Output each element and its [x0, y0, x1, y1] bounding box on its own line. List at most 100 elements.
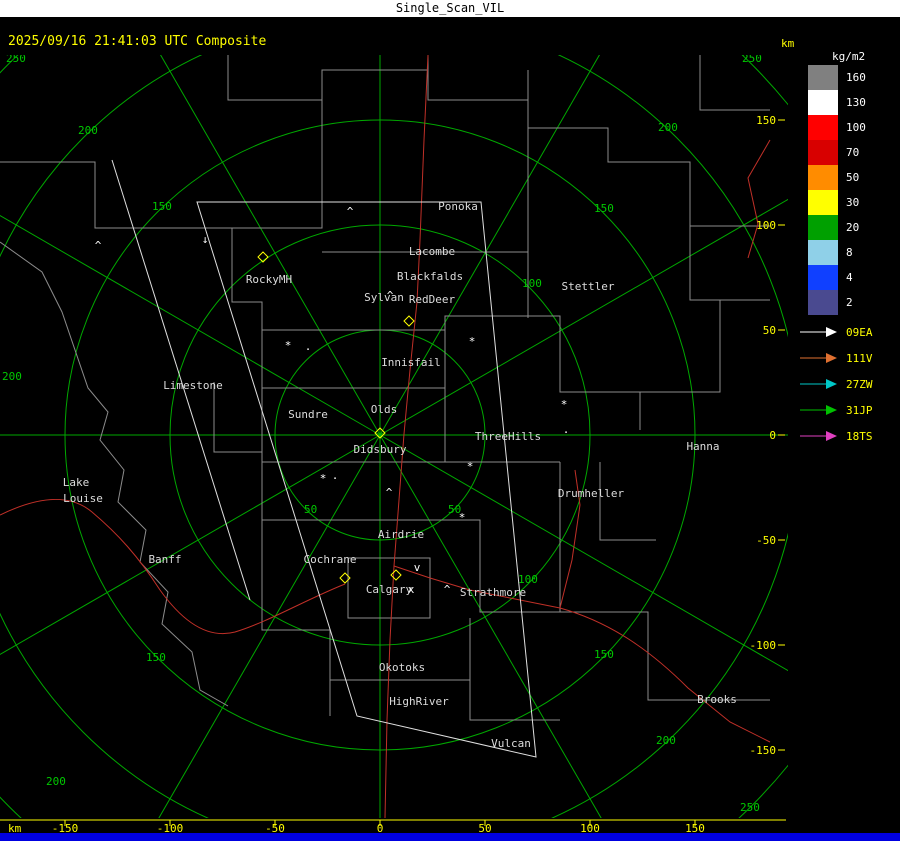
y-tick-label: 0 [769, 429, 776, 442]
dot-marker: · [305, 343, 312, 356]
legend-site-row: 09EA [800, 319, 873, 345]
range-ring-label: 200 [46, 775, 66, 788]
y-tick-label: -50 [756, 534, 776, 547]
caret-up-marker: ^ [347, 205, 354, 218]
asterisk-marker: * [285, 339, 292, 352]
colorbar-entry: 50 [808, 165, 866, 190]
legend-site-label: 31JP [846, 403, 873, 417]
colorbar-swatch [808, 65, 838, 90]
scan-area-outline [111, 159, 537, 758]
colorbar-entry: 8 [808, 240, 866, 265]
colorbar-swatch [808, 215, 838, 240]
town-label: Blackfalds [397, 270, 463, 283]
colorbar-swatch [808, 140, 838, 165]
town-labels: Ponoka Lacombe Blackfalds Sylvan RedDeer Stet… [63, 200, 737, 750]
legend-site-label: 27ZW [846, 377, 873, 391]
legend-arrow-icon [800, 353, 837, 363]
caret-up-marker: ^ [386, 486, 393, 499]
legend-site-label: 09EA [846, 325, 873, 339]
colorbar-value: 4 [846, 271, 853, 284]
range-ring-label: 200 [658, 121, 678, 134]
legend-arrow-icon [800, 405, 837, 415]
asterisk-marker: * [561, 398, 568, 411]
town-label: Cochrane [304, 553, 357, 566]
y-tick-label: -100 [750, 639, 777, 652]
highway-lines [0, 55, 771, 818]
colorbar-value: 8 [846, 246, 853, 259]
colorbar-entry: 30 [808, 190, 866, 215]
radar-site-legend: 09EA 111V 27ZW 31JP 18TS [800, 319, 873, 449]
town-label: HighRiver [389, 695, 449, 708]
town-label: Banff [148, 553, 181, 566]
dot-marker: · [332, 472, 339, 485]
boundary-line [427, 70, 529, 101]
colorbar-value: 70 [846, 146, 860, 159]
boundary-line [560, 611, 770, 701]
highway-line [393, 565, 771, 743]
boundary-line [640, 226, 721, 393]
window-title: Single_Scan_VIL [395, 1, 505, 15]
colorbar-value: 130 [846, 96, 866, 109]
colorbar-entry: 20 [808, 215, 866, 240]
title-bar: Single_Scan_VIL [0, 0, 900, 17]
asterisk-marker: * [459, 511, 466, 524]
y-tick-label: 150 [756, 114, 776, 127]
town-label: RedDeer [409, 293, 456, 306]
legend-arrow-icon [800, 379, 837, 389]
legend-site-row: 111V [800, 345, 873, 371]
town-label: Strathmore [460, 586, 526, 599]
range-ring-label: 150 [146, 651, 166, 664]
range-ring-label: 250 [740, 801, 760, 814]
colorbar-entry: 130 [808, 90, 866, 115]
boundary-line [262, 315, 528, 331]
colorbar-swatch [808, 190, 838, 215]
colorbar-swatch [808, 165, 838, 190]
town-label: Calgary [366, 583, 413, 596]
legend-site-label: 111V [846, 351, 873, 365]
town-label: Stettler [562, 280, 615, 293]
asterisk-marker: * [320, 472, 327, 485]
range-spoke [158, 434, 381, 818]
range-ring-label: 100 [522, 277, 542, 290]
y-tick-label: 50 [763, 324, 776, 337]
town-label: Louise [63, 492, 103, 505]
y-tick-label: 100 [756, 219, 776, 232]
colorbar-entry: 100 [808, 115, 866, 140]
colorbar-entry: 160 [808, 65, 866, 90]
colorbar-entry: 4 [808, 265, 866, 290]
colorbar-swatch [808, 115, 838, 140]
town-label: Sylvan [364, 291, 404, 304]
town-label: RockyMH [246, 273, 292, 286]
range-ring-label: 50 [304, 503, 317, 516]
boundary-line [599, 462, 656, 541]
range-ring-label: 250 [742, 52, 762, 65]
map-markers: ↓ ^ ^ ^ ^ v ^ * * * * * * x · · · [95, 205, 570, 596]
town-label: Vulcan [491, 737, 531, 750]
town-label: Airdrie [378, 528, 424, 541]
town-label: Olds [371, 403, 398, 416]
colorbar-value: 100 [846, 121, 866, 134]
range-ring-label: 200 [2, 370, 22, 383]
range-ring-label: 200 [656, 734, 676, 747]
county-boundaries [0, 55, 770, 721]
boundary-line [528, 315, 641, 430]
town-label: Drumheller [558, 487, 625, 500]
colorbar-entry: 70 [808, 140, 866, 165]
radar-site-marker [403, 315, 415, 327]
colorbar: 160 130 100 70 50 30 20 8 4 2 [808, 65, 866, 315]
asterisk-marker: * [469, 335, 476, 348]
boundary-line [528, 127, 770, 227]
range-spoke [160, 55, 381, 436]
radar-site-marker [390, 569, 402, 581]
legend-site-label: 18TS [846, 429, 873, 443]
colorbar-value: 50 [846, 171, 860, 184]
colorbar-entry: 2 [808, 290, 866, 315]
town-label: Lacombe [409, 245, 455, 258]
legend-arrow-icon [800, 327, 837, 337]
town-label: Okotoks [379, 661, 425, 674]
radar-map-display[interactable]: 2502001502502001501005050100150200250150… [0, 0, 900, 841]
colorbar-value: 20 [846, 221, 860, 234]
radar-application-window: Single_Scan_VIL 2025/09/16 21:41:03 UTC … [0, 0, 900, 841]
range-ring-label: 150 [594, 648, 614, 661]
bottom-status-bar [0, 833, 900, 841]
